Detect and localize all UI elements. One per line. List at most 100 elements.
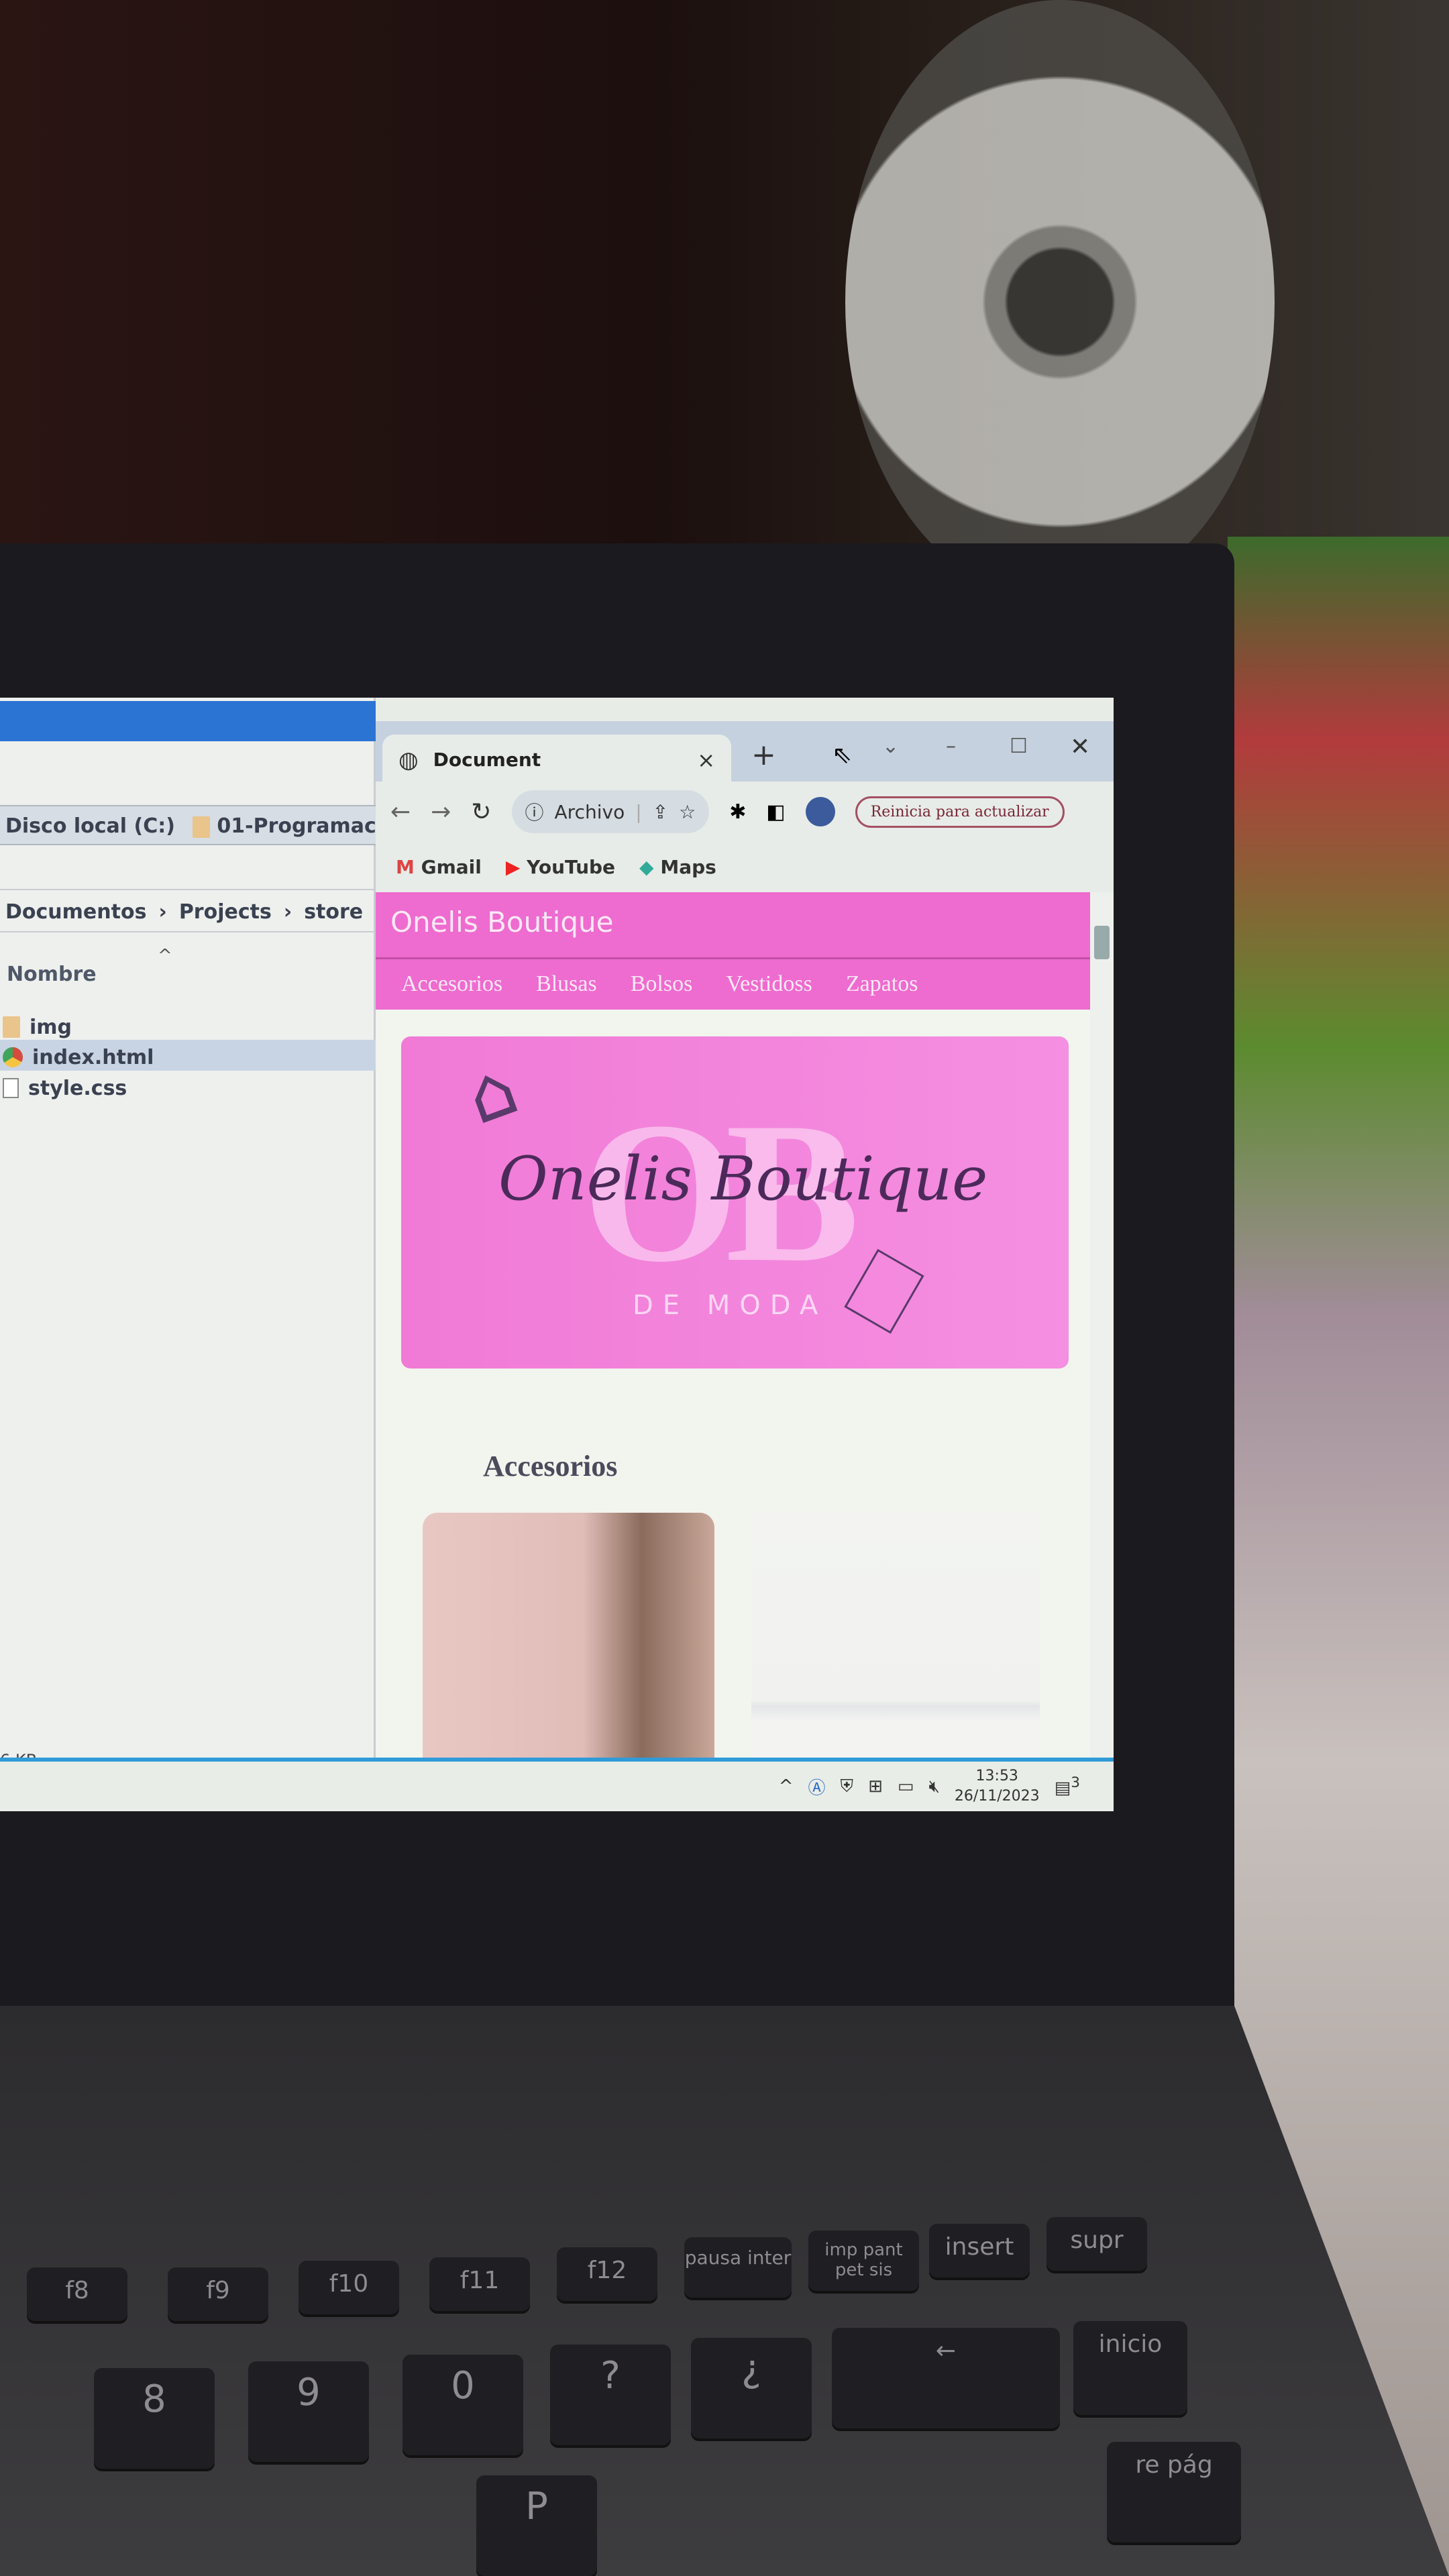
youtube-icon: ▶	[505, 856, 521, 878]
explorer-title-bar[interactable]	[0, 701, 376, 741]
key[interactable]: 9	[248, 2361, 369, 2462]
site-title[interactable]: Onelis Boutique	[390, 906, 613, 938]
notifications-icon[interactable]: ▤3	[1055, 1774, 1080, 1799]
profile-avatar[interactable]	[805, 797, 835, 826]
earring-product-image[interactable]	[423, 1513, 714, 1761]
key[interactable]: insert	[929, 2224, 1030, 2277]
folder-icon	[3, 1016, 20, 1038]
nav-link[interactable]: Vestidoss	[726, 971, 812, 1010]
minimize-icon[interactable]: –	[946, 735, 956, 758]
key[interactable]: supr	[1046, 2217, 1147, 2271]
app-tray-icon[interactable]: Ⓐ	[808, 1774, 826, 1799]
omnibox-chip: Archivo	[554, 800, 625, 823]
taskbar: ^ Ⓐ ⛨ ⊞ ▭ 🔇︎ 13:53 26/11/2023 ▤3	[0, 1758, 1114, 1811]
divider: |	[635, 800, 642, 823]
show-hidden-icons[interactable]: ^	[779, 1776, 794, 1796]
bookmark-star-icon[interactable]: ☆	[679, 801, 696, 823]
forward-icon[interactable]: →	[431, 798, 451, 826]
breadcrumb-item[interactable]: Projects	[179, 900, 272, 924]
key[interactable]: inicio	[1073, 2321, 1187, 2415]
key[interactable]: P	[476, 2475, 597, 2576]
folder-icon	[192, 816, 210, 838]
breadcrumb-item[interactable]: store	[304, 900, 363, 924]
nav-link[interactable]: Zapatos	[846, 971, 918, 1010]
explorer-address-bar[interactable]: Disco local (C:) 01-Programació	[0, 805, 376, 845]
address-segment[interactable]: Disco local (C:)	[5, 814, 175, 838]
scrollbar-thumb[interactable]	[1094, 926, 1110, 959]
key[interactable]: 0	[402, 2355, 523, 2455]
necklace-product-image[interactable]	[751, 1513, 1040, 1761]
key[interactable]: f12	[557, 2247, 657, 2301]
bookmark-gmail[interactable]: M Gmail	[396, 856, 482, 878]
hanger-icon: ⌂	[455, 1044, 529, 1142]
file-row[interactable]: index.html	[0, 1040, 376, 1071]
bookmark-youtube[interactable]: ▶ YouTube	[506, 856, 615, 878]
breadcrumb: Documentos › Projects › store	[0, 889, 376, 932]
tab-title: Document	[433, 749, 541, 771]
logo-script: Onelis Boutique	[498, 1144, 988, 1214]
file-row[interactable]: img	[0, 1010, 376, 1040]
back-icon[interactable]: ←	[390, 798, 411, 826]
input-method-icon[interactable]: ⊞	[868, 1776, 883, 1796]
update-button[interactable]: Reinicia para actualizar	[855, 796, 1065, 828]
nav-link[interactable]: Blusas	[536, 971, 597, 1010]
chevron-right-icon: ›	[158, 900, 167, 924]
key[interactable]: ¿	[691, 2338, 812, 2438]
key[interactable]: f9	[168, 2267, 268, 2321]
key[interactable]: pausa inter	[684, 2237, 792, 2298]
new-tab-button[interactable]: +	[751, 738, 776, 772]
fan	[845, 0, 1275, 604]
key[interactable]: 8	[94, 2368, 215, 2469]
reload-icon[interactable]: ↻	[471, 798, 491, 826]
tab-document[interactable]: ◍ Document ×	[382, 735, 731, 785]
sort-ascending-icon: ^	[158, 946, 172, 966]
battery-icon[interactable]: ▭	[898, 1776, 914, 1796]
column-header-name[interactable]: Nombre	[7, 963, 97, 986]
share-icon[interactable]: ⇪	[653, 801, 668, 823]
omnibox[interactable]: ⓘ Archivo | ⇪ ☆	[511, 790, 710, 833]
bookmarks-bar: M Gmail ▶ YouTube ◆ Maps	[376, 842, 1114, 892]
shopping-bag-icon	[844, 1248, 924, 1334]
browser-toolbar: ← → ↻ ⓘ Archivo | ⇪ ☆ ✱ ◧ Reinicia para …	[376, 782, 1114, 842]
nav-link[interactable]: Bolsos	[631, 971, 693, 1010]
key-backspace[interactable]: ←	[832, 2328, 1060, 2428]
site-header: Onelis Boutique Accesorios Blusas Bolsos…	[376, 892, 1090, 1010]
logo-banner: OB ⌂ Onelis Boutique DE MODA	[401, 1036, 1069, 1368]
tab-search-icon[interactable]: ⌄	[882, 735, 899, 758]
mouse-cursor-icon: ⇖	[832, 741, 853, 769]
maps-icon: ◆	[639, 856, 654, 878]
file-row[interactable]: style.css	[0, 1071, 376, 1102]
key[interactable]: f10	[299, 2261, 399, 2314]
bookmark-maps[interactable]: ◆ Maps	[639, 856, 716, 878]
tab-strip: ◍ Document × + ⇖ ⌄ – ☐ ✕	[376, 721, 1114, 785]
chevron-right-icon: ›	[283, 900, 292, 924]
chrome-window: ◍ Document × + ⇖ ⌄ – ☐ ✕ ← → ↻ ⓘ Archivo…	[376, 721, 1114, 1761]
key[interactable]: ?	[550, 2345, 671, 2445]
breadcrumb-item[interactable]: Documentos	[5, 900, 146, 924]
nav-link[interactable]: Accesorios	[401, 971, 502, 1010]
chrome-icon	[3, 1047, 23, 1067]
key[interactable]: imp pant pet sis	[808, 2231, 919, 2291]
extensions-icon[interactable]: ✱	[729, 800, 746, 824]
key[interactable]: f11	[429, 2257, 530, 2311]
gmail-icon: M	[396, 856, 415, 878]
side-panel-icon[interactable]: ◧	[766, 800, 785, 824]
site-nav: Accesorios Blusas Bolsos Vestidoss Zapat…	[376, 957, 1090, 1010]
logo-tagline: DE MODA	[633, 1290, 828, 1321]
security-shield-icon[interactable]: ⛨	[841, 1776, 854, 1797]
close-tab-icon[interactable]: ×	[697, 747, 715, 773]
web-page: Onelis Boutique Accesorios Blusas Bolsos…	[376, 892, 1114, 1761]
scrollbar[interactable]	[1090, 892, 1114, 1761]
section-title: Accesorios	[483, 1450, 618, 1483]
css-file-icon	[3, 1078, 19, 1098]
globe-icon: ◍	[398, 746, 419, 773]
key[interactable]: f8	[27, 2267, 127, 2321]
key[interactable]: re pág	[1107, 2442, 1241, 2542]
address-segment[interactable]: 01-Programació	[192, 814, 376, 838]
maximize-icon[interactable]: ☐	[1010, 735, 1028, 758]
file-explorer-window: Disco local (C:) 01-Programació Document…	[0, 698, 376, 1811]
close-window-icon[interactable]: ✕	[1070, 733, 1090, 761]
speaker-muted-icon[interactable]: 🔇︎	[928, 1776, 939, 1797]
clock[interactable]: 13:53 26/11/2023	[955, 1766, 1040, 1807]
info-icon[interactable]: ⓘ	[525, 798, 544, 825]
